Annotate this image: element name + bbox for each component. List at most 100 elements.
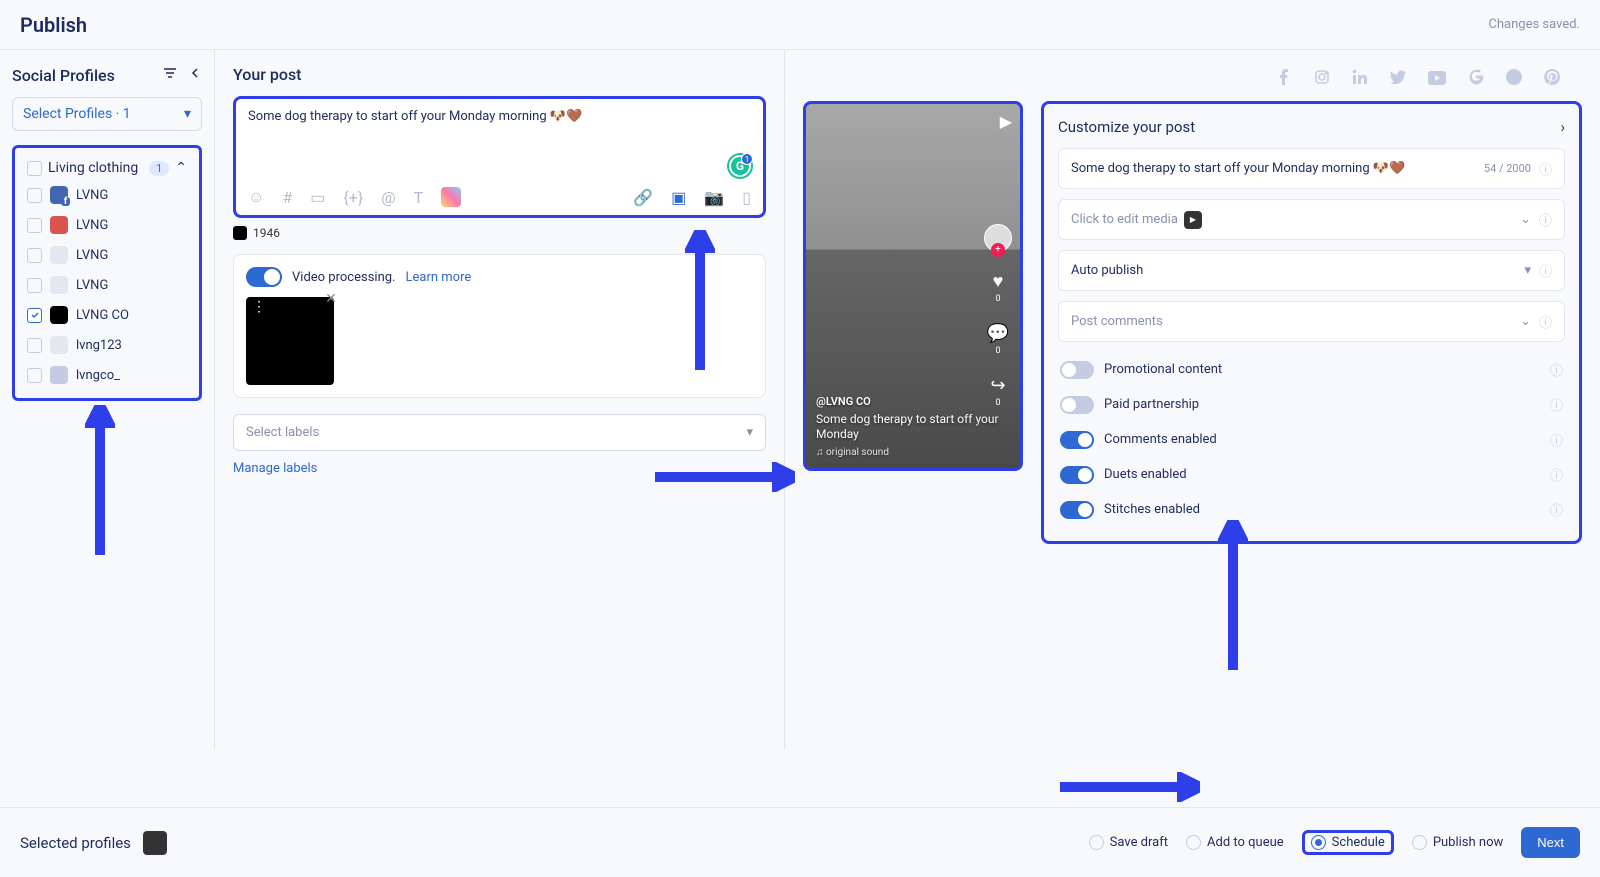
video-processing-toggle[interactable] xyxy=(246,267,282,287)
info-icon[interactable]: ⓘ xyxy=(1539,159,1552,178)
mention-icon[interactable]: @ xyxy=(381,188,395,207)
customize-caption-field[interactable]: Some dog therapy to start off your Monda… xyxy=(1058,148,1565,189)
radio[interactable] xyxy=(1311,835,1326,850)
group-checkbox[interactable] xyxy=(27,161,42,176)
char-count: 1946 xyxy=(253,226,280,240)
like-action[interactable]: ♥0 xyxy=(985,268,1011,304)
group-header[interactable]: Living clothing 1 ⌃ xyxy=(19,156,195,180)
profile-item[interactable]: lvngco_ xyxy=(19,360,195,390)
setting-label: Duets enabled xyxy=(1104,467,1187,482)
info-icon[interactable]: ⓘ xyxy=(1550,465,1563,484)
preview-avatar[interactable] xyxy=(984,224,1012,252)
tab-pinterest[interactable] xyxy=(1544,69,1560,89)
comments-field[interactable]: Post comments ⌄ ⓘ xyxy=(1058,301,1565,342)
chevron-up-icon[interactable]: ⌃ xyxy=(175,160,187,176)
publish-option-schedule[interactable]: Schedule xyxy=(1302,830,1394,855)
compose-textarea[interactable]: Some dog therapy to start off your Monda… xyxy=(248,109,751,179)
camera-icon[interactable]: 📷 xyxy=(704,188,724,207)
profile-select-dropdown[interactable]: Select Profiles · 1 ▾ xyxy=(12,97,202,131)
info-icon[interactable]: ⓘ xyxy=(1539,312,1552,331)
info-icon[interactable]: ⓘ xyxy=(1550,395,1563,414)
profile-item[interactable]: lvng123 xyxy=(19,330,195,360)
publish-option-save-draft[interactable]: Save draft xyxy=(1089,835,1168,850)
grammarly-icon[interactable]: 1 xyxy=(729,155,751,177)
customize-media-field[interactable]: Click to edit media ▶ ⌄ ⓘ xyxy=(1058,199,1565,240)
tab-google[interactable] xyxy=(1468,69,1484,89)
preview-column: ▶ ♥0 💬0 ↪0 @LVNG CO Some dog therapy to … xyxy=(785,50,1600,750)
option-label: Schedule xyxy=(1332,835,1385,850)
media-thumbnail[interactable]: ⋮ ✕ xyxy=(246,297,334,385)
profile-item[interactable]: LVNG xyxy=(19,210,195,240)
giphy-icon[interactable] xyxy=(441,187,461,207)
file-icon[interactable]: ▯ xyxy=(742,188,751,207)
thumb-close-icon[interactable]: ✕ xyxy=(322,291,340,309)
text-icon[interactable]: T xyxy=(414,188,424,207)
group-count-badge: 1 xyxy=(149,161,169,176)
play-icon[interactable]: ▶ xyxy=(1000,112,1012,131)
profile-item[interactable]: LVNG xyxy=(19,240,195,270)
profile-checkbox[interactable] xyxy=(27,248,42,263)
compose-column: Your post Some dog therapy to start off … xyxy=(215,50,785,750)
sidebar-header: Social Profiles xyxy=(12,65,202,85)
collapse-icon[interactable] xyxy=(188,65,202,85)
setting-toggle[interactable] xyxy=(1060,466,1094,484)
chevron-right-icon[interactable]: › xyxy=(1560,118,1565,136)
info-icon[interactable]: ⓘ xyxy=(1550,360,1563,379)
setting-row: Paid partnership ⓘ xyxy=(1058,387,1565,422)
setting-toggle[interactable] xyxy=(1060,501,1094,519)
comment-action[interactable]: 💬0 xyxy=(985,320,1011,356)
publish-type-field[interactable]: Auto publish ▾ ⓘ xyxy=(1058,250,1565,291)
chevron-down-icon: ▾ xyxy=(746,425,753,440)
video-icon[interactable]: ▣ xyxy=(671,188,686,207)
tab-facebook[interactable] xyxy=(1276,69,1292,89)
profile-checkbox[interactable] xyxy=(27,338,42,353)
profile-item[interactable]: LVNG CO xyxy=(19,300,195,330)
profile-item[interactable]: LVNG xyxy=(19,180,195,210)
next-button[interactable]: Next xyxy=(1521,827,1580,858)
option-label: Add to queue xyxy=(1207,835,1284,850)
tab-youtube[interactable] xyxy=(1428,70,1446,89)
save-status: Changes saved. xyxy=(1488,17,1580,32)
publish-type-label: Auto publish xyxy=(1071,263,1143,278)
emoji-icon[interactable]: ☺ xyxy=(248,187,264,207)
chevron-down-icon: ▾ xyxy=(1524,263,1531,278)
radio[interactable] xyxy=(1089,835,1104,850)
profile-checkbox[interactable] xyxy=(27,278,42,293)
publish-option-publish-now[interactable]: Publish now xyxy=(1412,835,1503,850)
radio[interactable] xyxy=(1186,835,1201,850)
thumb-menu-icon[interactable]: ⋮ xyxy=(252,303,266,311)
filter-icon[interactable] xyxy=(162,65,178,85)
arrow-annotation xyxy=(685,230,715,370)
customize-caption: Some dog therapy to start off your Monda… xyxy=(1071,161,1476,176)
profile-item[interactable]: LVNG xyxy=(19,270,195,300)
setting-toggle[interactable] xyxy=(1060,361,1094,379)
profile-checkbox[interactable] xyxy=(27,218,42,233)
info-icon[interactable]: ⓘ xyxy=(1539,210,1552,229)
profile-avatar xyxy=(50,306,68,324)
info-icon[interactable]: ⓘ xyxy=(1539,261,1552,280)
grammarly-count: 1 xyxy=(741,153,753,165)
tab-reddit[interactable] xyxy=(1506,69,1522,89)
profile-checkbox[interactable] xyxy=(27,308,42,323)
labels-select[interactable]: Select labels ▾ xyxy=(233,414,766,451)
publish-option-add-to-queue[interactable]: Add to queue xyxy=(1186,835,1284,850)
info-icon[interactable]: ⓘ xyxy=(1550,430,1563,449)
selected-profile-avatar[interactable] xyxy=(143,831,167,855)
template-icon[interactable]: ▭ xyxy=(310,188,325,207)
info-icon[interactable]: ⓘ xyxy=(1550,500,1563,519)
setting-toggle[interactable] xyxy=(1060,431,1094,449)
profile-group: Living clothing 1 ⌃ LVNG LVNG LVNG LVNG … xyxy=(12,145,202,401)
profile-checkbox[interactable] xyxy=(27,368,42,383)
tab-twitter[interactable] xyxy=(1390,69,1406,89)
variable-icon[interactable]: {+} xyxy=(343,188,363,207)
hashtag-icon[interactable]: # xyxy=(282,188,292,207)
learn-more-link[interactable]: Learn more xyxy=(405,270,471,285)
radio[interactable] xyxy=(1412,835,1427,850)
tab-instagram[interactable] xyxy=(1314,69,1330,89)
option-label: Publish now xyxy=(1433,835,1503,850)
link-icon[interactable]: 🔗 xyxy=(633,188,653,207)
tab-linkedin[interactable] xyxy=(1352,69,1368,89)
setting-toggle[interactable] xyxy=(1060,396,1094,414)
profile-checkbox[interactable] xyxy=(27,188,42,203)
arrow-annotation xyxy=(655,462,795,492)
